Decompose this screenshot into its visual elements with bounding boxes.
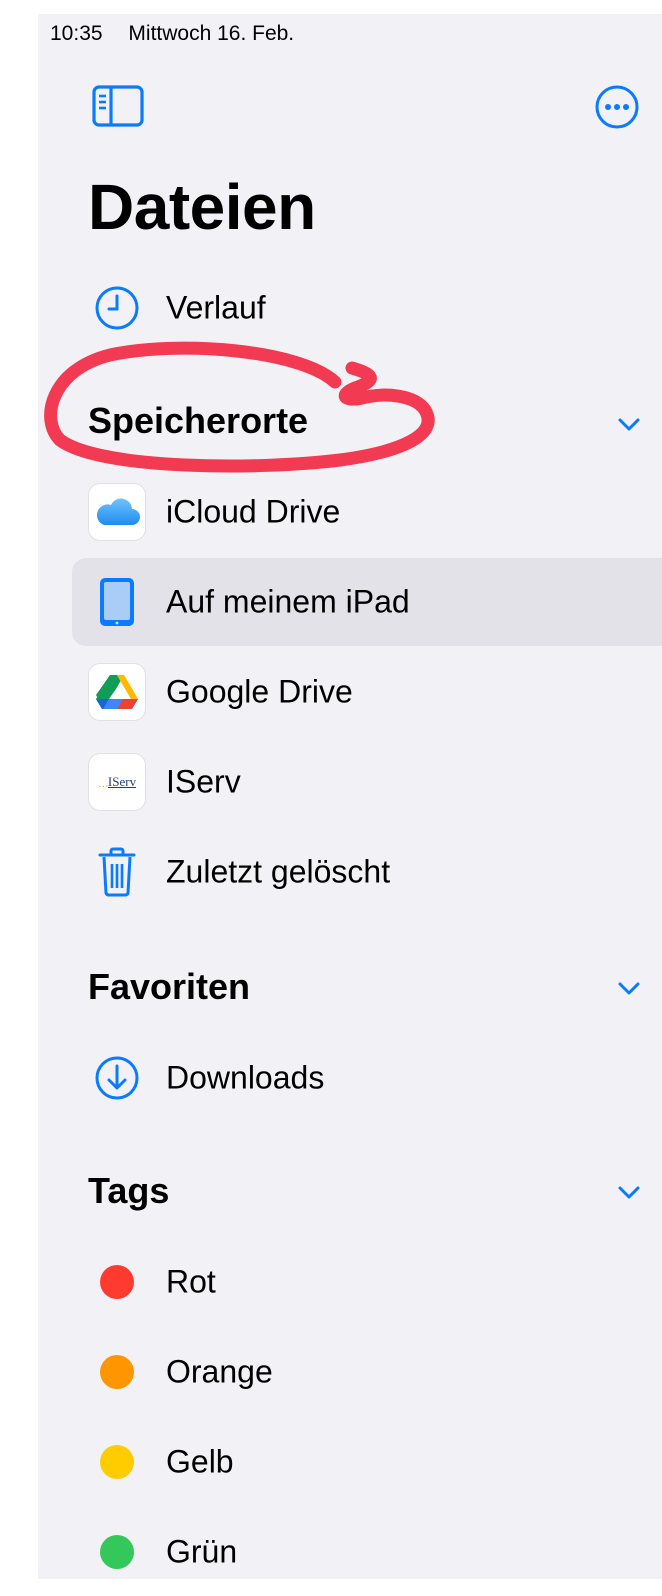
sidebar-item-label: iCloud Drive [166,493,341,530]
sidebar-item-tag-orange[interactable]: Orange [72,1328,662,1416]
sidebar-item-tag-yellow[interactable]: Gelb [72,1418,662,1506]
tag-dot-icon [100,1535,134,1569]
sidebar-toggle-icon [92,85,144,127]
iserv-icon: … IServ [88,753,146,811]
tag-dot-wrap [88,1253,146,1311]
tag-dot-icon [100,1265,134,1299]
sidebar-item-label: Google Drive [166,673,353,710]
google-drive-icon [88,663,146,721]
tag-dot-wrap [88,1523,146,1581]
trash-icon-wrap [88,843,146,901]
clock-icon [95,286,139,330]
ipad-icon [100,578,134,626]
google-drive-icon-wrap [88,663,146,721]
more-button[interactable] [594,84,640,135]
sidebar-item-label: Auf meinem iPad [166,583,410,620]
sidebar-toggle-button[interactable] [92,84,144,133]
section-header-favorites[interactable]: Favoriten [88,966,250,1008]
section-header-tags[interactable]: Tags [88,1170,169,1212]
sidebar-item-label: Rot [166,1263,216,1300]
sidebar-item-label: Zuletzt gelöscht [166,853,391,890]
clock-icon-wrap [88,279,146,337]
ipad-icon-wrap [88,573,146,631]
sidebar-item-iserv[interactable]: … IServ IServ [72,738,662,826]
tag-dot-icon [100,1445,134,1479]
sidebar-item-label: IServ [166,763,241,800]
tag-dot-wrap [88,1433,146,1491]
sidebar-item-label: Verlauf [166,289,266,326]
page-title: Dateien [88,171,316,243]
icloud-icon-wrap [88,483,146,541]
sidebar-item-label: Grün [166,1533,238,1570]
sidebar-item-recently-deleted[interactable]: Zuletzt gelöscht [72,828,662,916]
chevron-down-icon[interactable] [614,978,644,998]
sidebar-item-icloud-drive[interactable]: iCloud Drive [72,468,662,556]
chevron-down-icon[interactable] [614,1182,644,1202]
sidebar-item-recents[interactable]: Verlauf [72,264,662,352]
iserv-logo-text: IServ [107,774,137,789]
sidebar-item-tag-green[interactable]: Grün [72,1508,662,1596]
ellipsis-circle-icon [595,85,639,129]
status-date: Mittwoch 16. Feb. [128,22,295,45]
status-time: 10:35 [50,22,103,45]
chevron-down-icon[interactable] [614,414,644,434]
sidebar-item-label: Downloads [166,1059,325,1096]
sidebar-item-label: Orange [166,1353,273,1390]
sidebar-item-tag-red[interactable]: Rot [72,1238,662,1326]
sidebar-item-label: Gelb [166,1443,234,1480]
tag-dot-wrap [88,1343,146,1401]
section-header-locations[interactable]: Speicherorte [88,400,308,442]
sidebar-item-on-my-ipad[interactable]: Auf meinem iPad [72,558,662,646]
tag-dot-icon [100,1355,134,1389]
sidebar-item-downloads[interactable]: Downloads [72,1034,662,1122]
status-bar: 10:35 Mittwoch 16. Feb. [50,22,294,46]
icloud-icon [88,483,146,541]
sidebar-item-google-drive[interactable]: Google Drive [72,648,662,736]
download-icon-wrap [88,1049,146,1107]
download-circle-icon [95,1056,139,1100]
iserv-icon-wrap: … IServ [88,753,146,811]
trash-icon [98,847,136,897]
